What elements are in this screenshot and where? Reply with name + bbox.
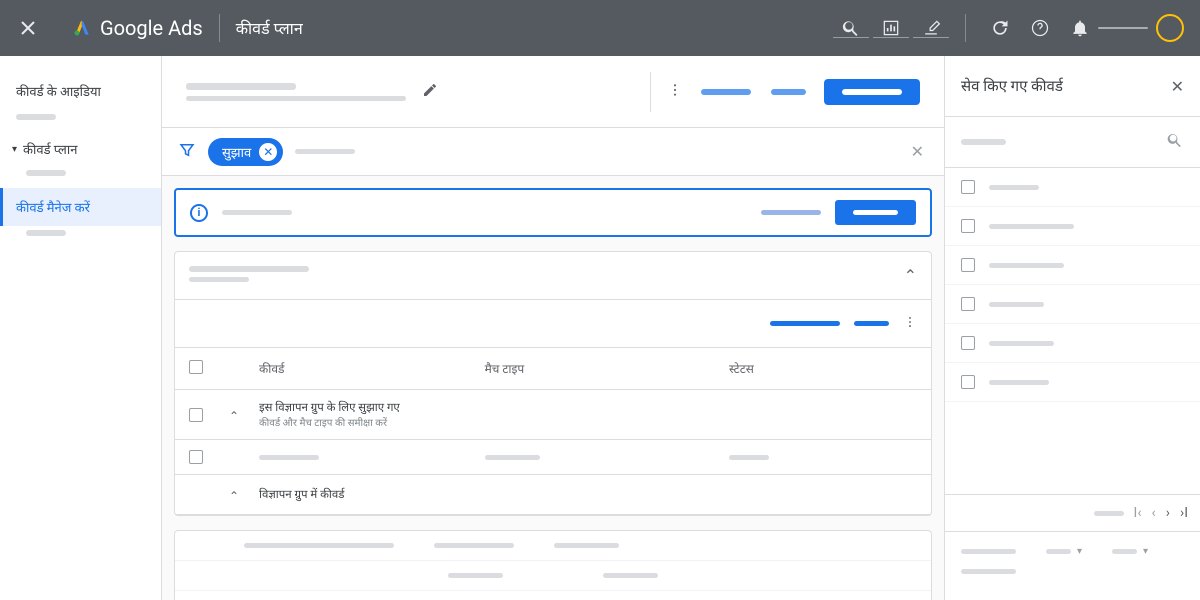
chip-remove-icon[interactable]: ✕ <box>259 143 277 161</box>
list-item[interactable] <box>945 363 1200 402</box>
brand-logo: Google Ads <box>72 16 203 40</box>
table-header-row: कीवर्ड मैच टाइप स्टेटस <box>175 348 931 390</box>
row-checkbox[interactable] <box>961 180 975 194</box>
sidebar-item-keyword-plan[interactable]: ▾ कीवर्ड प्लान <box>0 132 161 166</box>
caret-down-icon[interactable]: ▾ <box>1077 546 1082 557</box>
toolbar-link-2[interactable] <box>761 81 816 103</box>
search-icon[interactable] <box>833 10 869 46</box>
sub-link-2[interactable] <box>854 321 889 326</box>
right-panel-search[interactable] <box>945 117 1200 168</box>
list-item[interactable] <box>945 207 1200 246</box>
pagination: I‹ ‹ › ›I <box>945 494 1200 532</box>
chip-label: सुझाव <box>222 143 251 161</box>
group-title: इस विज्ञापन ग्रुप के लिए सुझाए गए <box>259 400 917 415</box>
info-banner: i <box>174 188 932 237</box>
list-item[interactable] <box>945 324 1200 363</box>
main-panel: सुझाव ✕ ✕ i ⌃ <box>162 56 945 600</box>
brand-name: Google Ads <box>100 16 203 40</box>
account-link[interactable] <box>1098 27 1148 29</box>
banner-link[interactable] <box>761 210 821 215</box>
overflow-menu-icon[interactable] <box>903 314 917 333</box>
sidebar-item-keyword-ideas[interactable]: कीवर्ड के आइडिया <box>0 72 161 110</box>
main-toolbar <box>162 56 944 128</box>
row-checkbox[interactable] <box>189 408 203 422</box>
group-header-row: ⌃ विज्ञापन ग्रुप में कीवर्ड <box>175 475 931 515</box>
notifications-icon[interactable] <box>1062 10 1098 46</box>
group-header-row: ⌃ इस विज्ञापन ग्रुप के लिए सुझाए गए कीवर… <box>175 390 931 440</box>
google-ads-logo-icon <box>72 18 92 38</box>
refresh-icon[interactable] <box>982 10 1018 46</box>
row-checkbox[interactable] <box>961 258 975 272</box>
col-header-status[interactable]: स्टेटस <box>729 360 917 377</box>
sidebar-subitem[interactable] <box>26 230 66 236</box>
table-row[interactable] <box>175 440 931 475</box>
filter-icon[interactable] <box>178 141 196 163</box>
row-checkbox[interactable] <box>961 219 975 233</box>
header-divider <box>219 14 220 42</box>
chevron-up-icon[interactable]: ⌃ <box>904 266 917 285</box>
info-icon: i <box>190 204 208 222</box>
primary-action-button[interactable] <box>824 79 920 105</box>
plan-title <box>186 83 406 101</box>
group-subtitle: कीवर्ड और मैच टाइप की समीक्षा करें <box>259 415 917 429</box>
row-checkbox[interactable] <box>961 375 975 389</box>
page-next-icon[interactable]: › <box>1166 505 1170 521</box>
help-icon[interactable] <box>1022 10 1058 46</box>
app-header: Google Ads कीवर्ड प्लान <box>0 0 1200 56</box>
left-sidebar: कीवर्ड के आइडिया ▾ कीवर्ड प्लान कीवर्ड म… <box>0 56 162 600</box>
filter-bar: सुझाव ✕ ✕ <box>162 128 944 176</box>
sidebar-subitem[interactable] <box>16 114 56 120</box>
edit-icon[interactable] <box>422 82 438 102</box>
tools-icon[interactable] <box>913 10 949 46</box>
group-title: विज्ञापन ग्रुप में कीवर्ड <box>259 487 917 502</box>
profile-avatar[interactable] <box>1156 14 1184 42</box>
list-item[interactable] <box>945 285 1200 324</box>
add-filter[interactable] <box>295 149 355 154</box>
row-checkbox[interactable] <box>189 450 203 464</box>
card-header: ⌃ <box>175 252 931 300</box>
sub-link-1[interactable] <box>770 321 840 326</box>
row-checkbox[interactable] <box>961 336 975 350</box>
sidebar-subitem[interactable] <box>26 170 66 176</box>
summary-card <box>174 530 932 600</box>
close-filter-icon[interactable]: ✕ <box>907 138 928 165</box>
col-header-match-type[interactable]: मैच टाइप <box>485 360 729 377</box>
page-prev-icon[interactable]: ‹ <box>1152 505 1156 521</box>
caret-down-icon[interactable]: ▾ <box>1143 546 1148 557</box>
select-all-checkbox[interactable] <box>189 360 203 374</box>
card-subheader <box>175 300 931 348</box>
right-panel-title: सेव किए गए कीवर्ड <box>961 76 1063 96</box>
right-panel-header: सेव किए गए कीवर्ड ✕ <box>945 56 1200 117</box>
col-header-keyword[interactable]: कीवर्ड <box>259 360 485 377</box>
sidebar-item-label: कीवर्ड प्लान <box>23 140 77 158</box>
page-first-icon[interactable]: I‹ <box>1134 505 1142 521</box>
search-icon[interactable] <box>1166 131 1184 153</box>
right-panel-footer: ▾ ▾ <box>945 532 1200 600</box>
sidebar-item-manage-keywords[interactable]: कीवर्ड मैनेज करें <box>0 188 161 226</box>
reports-icon[interactable] <box>873 10 909 46</box>
content-area: i ⌃ कीव <box>162 176 944 600</box>
banner-text <box>222 210 292 215</box>
list-item[interactable] <box>945 168 1200 207</box>
page-title: कीवर्ड प्लान <box>236 17 303 39</box>
close-icon[interactable] <box>16 16 40 40</box>
row-checkbox[interactable] <box>961 297 975 311</box>
toolbar-link-1[interactable] <box>691 81 761 103</box>
list-item[interactable] <box>945 246 1200 285</box>
adgroup-card: ⌃ कीवर्ड मैच टाइप स्टेटस ⌃ <box>174 251 932 516</box>
caret-down-icon: ▾ <box>12 144 17 155</box>
saved-keywords-list <box>945 168 1200 494</box>
close-icon[interactable]: ✕ <box>1171 77 1184 96</box>
filter-chip-suggestions[interactable]: सुझाव ✕ <box>208 138 283 166</box>
banner-action-button[interactable] <box>835 200 916 225</box>
page-last-icon[interactable]: ›I <box>1180 505 1188 521</box>
chevron-up-icon[interactable]: ⌃ <box>229 489 239 503</box>
overflow-menu-icon[interactable] <box>659 74 691 110</box>
right-panel: सेव किए गए कीवर्ड ✕ I‹ ‹ › ›I <box>945 56 1200 600</box>
chevron-up-icon[interactable]: ⌃ <box>229 409 239 423</box>
